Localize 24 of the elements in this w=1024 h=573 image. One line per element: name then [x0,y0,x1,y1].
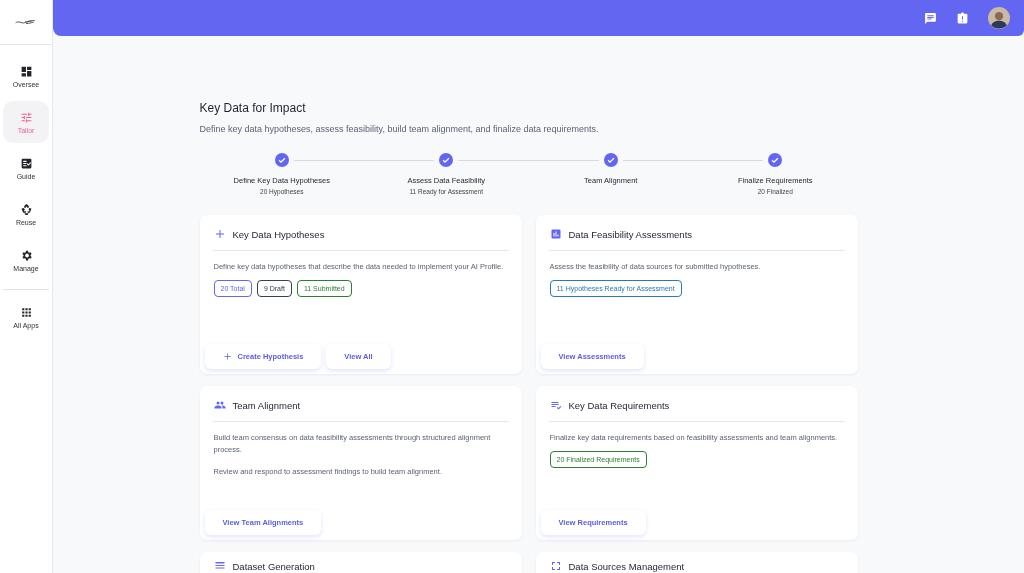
page-title: Key Data for Impact [199,101,307,115]
apps-grid-icon [19,305,33,319]
sliders-icon [19,110,33,124]
clipboard-alert-icon[interactable] [956,11,969,25]
card-title: Team Alignment [232,399,301,411]
card-title: Key Data Hypotheses [232,228,325,240]
recycle-icon [19,202,33,216]
bar-chart-icon [549,228,562,240]
card-title: Key Data Requirements [568,399,670,411]
list-icon [213,560,226,572]
checklist-icon [19,156,33,170]
list-check-icon [549,399,562,411]
dashboard-icon [19,64,33,78]
plus-icon [222,352,232,361]
frame-icon [549,560,562,572]
page-subtitle: Define key data hypotheses, assess feasibility, build team alignment, and finalize data requirements. [199,124,600,134]
plus-icon [213,228,226,240]
card-title: Dataset Generation [232,560,315,572]
chat-icon[interactable] [924,11,937,25]
card-title: Data Feasibility Assessments [568,228,693,240]
card-title: Data Sources Management [568,560,685,572]
wave-logo [14,18,38,26]
avatar[interactable] [988,7,1010,29]
people-icon [213,399,226,411]
